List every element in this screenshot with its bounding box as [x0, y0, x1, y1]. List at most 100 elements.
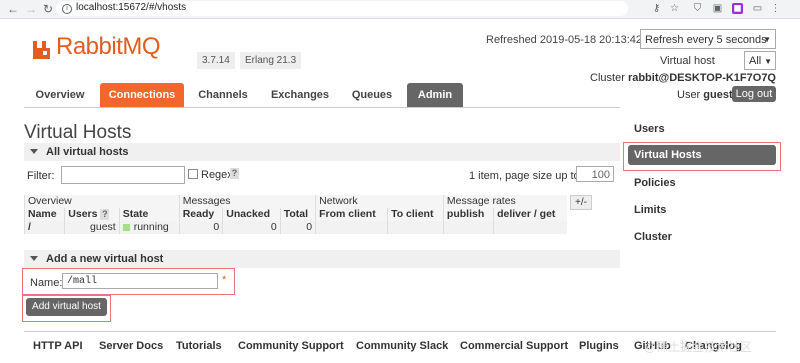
add-virtual-host-button[interactable]: Add virtual host [26, 298, 107, 316]
group-network: Network [315, 195, 444, 208]
page-size-label: 1 item, page size up to [469, 170, 580, 182]
col-publish[interactable]: publish [442, 208, 494, 221]
tab-queues[interactable]: Queues [344, 83, 400, 107]
tab-connections[interactable]: Connections [100, 83, 184, 107]
tab-channels[interactable]: Channels [190, 83, 256, 107]
tab-overview[interactable]: Overview [24, 83, 96, 107]
running-status-icon [122, 223, 130, 231]
page-title: Virtual Hosts [24, 122, 132, 143]
vhost-select-label: Virtual host [660, 55, 715, 67]
user-info: User guest [677, 89, 733, 101]
logout-button[interactable]: Log out [732, 86, 776, 102]
col-to-client[interactable]: To client [387, 208, 444, 221]
footer-link-commercial-support[interactable]: Commercial Support [460, 340, 568, 352]
col-users-label: Users [68, 208, 98, 220]
footer-link-http-api[interactable]: HTTP API [33, 340, 83, 352]
table-row[interactable]: / guest running 0 0 0 [23, 221, 567, 234]
sidebar-item-cluster[interactable]: Cluster [634, 231, 672, 243]
vhost-publish [442, 221, 494, 234]
vhost-state-text: running [133, 221, 169, 233]
col-unacked[interactable]: Unacked [222, 208, 281, 221]
vhost-name-link[interactable]: / [23, 221, 65, 234]
address-bar[interactable]: i localhost:15672/#/vhosts [56, 1, 628, 16]
vhost-select-value: All [749, 55, 762, 67]
main-tab-bar: Overview Connections Channels Exchanges … [24, 83, 620, 108]
col-from-client[interactable]: From client [315, 208, 388, 221]
all-vhosts-section-header[interactable]: All virtual hosts [24, 143, 620, 161]
info-icon[interactable]: i [62, 4, 72, 14]
refreshed-timestamp: Refreshed 2019-05-18 20:13:42 [486, 34, 642, 46]
collapse-triangle-icon [30, 149, 38, 154]
forward-arrow-icon[interactable]: → [24, 2, 38, 16]
vhost-ready: 0 [178, 221, 223, 234]
column-toggle-button[interactable]: +/- [570, 195, 592, 210]
shield-extension-icon[interactable]: ⛉ [692, 3, 703, 14]
filter-label: Filter: [27, 170, 55, 182]
col-deliver-get[interactable]: deliver / get [493, 208, 567, 221]
footer-link-tutorials[interactable]: Tutorials [176, 340, 222, 352]
vhost-deliver-get [493, 221, 567, 234]
chevron-down-icon: ▼ [763, 35, 771, 44]
cluster-name: rabbit@DESKTOP-K1F7O7Q [627, 72, 776, 84]
col-name[interactable]: Name [23, 208, 65, 221]
tab-exchanges[interactable]: Exchanges [264, 83, 336, 107]
extension-icon[interactable]: ▣ [712, 3, 723, 14]
key-icon[interactable]: ⚷ [651, 3, 662, 14]
add-vhost-section-header[interactable]: Add a new virtual host [24, 250, 620, 268]
reload-icon[interactable]: ↻ [41, 2, 55, 16]
add-vhost-section-title: Add a new virtual host [46, 253, 164, 265]
vhost-from-client [315, 221, 388, 234]
regex-checkbox[interactable] [188, 169, 198, 179]
user-name: guest [703, 89, 733, 101]
refresh-interval-value: Refresh every 5 seconds [645, 34, 767, 46]
vhost-select[interactable]: All ▼ [744, 51, 776, 70]
footer-link-community-slack[interactable]: Community Slack [356, 340, 448, 352]
regex-label: Regex [201, 169, 233, 181]
erlang-badge: Erlang 21.3 [240, 52, 302, 69]
browser-toolbar: ← → ↻ i localhost:15672/#/vhosts ⚷ ☆ ⛉ ▣… [0, 0, 800, 19]
footer-link-server-docs[interactable]: Server Docs [99, 340, 163, 352]
url-text: localhost:15672/#/vhosts [76, 2, 187, 13]
table-column-header-row: Name Users ? State Ready Unacked Total F… [23, 208, 567, 221]
all-vhosts-section-title: All virtual hosts [46, 146, 129, 158]
vhost-total: 0 [279, 221, 316, 234]
footer-link-community-support[interactable]: Community Support [238, 340, 344, 352]
refresh-interval-select[interactable]: Refresh every 5 seconds ▼ [640, 29, 776, 49]
vhost-name-input[interactable]: /mall [62, 273, 218, 289]
name-label: Name: [30, 277, 63, 289]
vhost-to-client [387, 221, 444, 234]
vhost-table: Overview Messages Network Message rates … [23, 195, 567, 234]
col-ready[interactable]: Ready [178, 208, 223, 221]
star-icon[interactable]: ☆ [669, 3, 680, 14]
sidebar-item-limits[interactable]: Limits [634, 204, 666, 216]
group-messages: Messages [178, 195, 316, 208]
sidebar-item-policies[interactable]: Policies [634, 177, 676, 189]
regex-help-icon[interactable]: ? [230, 168, 239, 179]
tab-admin[interactable]: Admin [407, 83, 463, 107]
col-total[interactable]: Total [279, 208, 316, 221]
sidebar-item-virtual-hosts[interactable]: Virtual Hosts [628, 145, 776, 165]
footer-link-plugins[interactable]: Plugins [579, 340, 619, 352]
cast-icon[interactable]: ▭ [752, 3, 763, 14]
group-overview: Overview [24, 195, 180, 208]
back-arrow-icon[interactable]: ← [6, 2, 20, 16]
group-message-rates: Message rates [442, 195, 567, 208]
users-help-icon[interactable]: ? [100, 209, 110, 220]
logo-text: RabbitMQ [56, 33, 161, 60]
watermark: @稀土掘金技术社区 [644, 340, 753, 354]
col-state[interactable]: State [118, 208, 180, 221]
vhost-state: running [118, 221, 180, 234]
required-asterisk: * [222, 274, 227, 286]
chevron-down-icon: ▼ [764, 57, 772, 66]
rabbitmq-logo-icon [33, 41, 50, 59]
col-users[interactable]: Users ? [64, 208, 120, 221]
page-size-input[interactable]: 100 [576, 166, 614, 182]
profile-extension-icon[interactable]: ◼ [732, 3, 743, 14]
table-group-header-row: Overview Messages Network Message rates [24, 195, 567, 208]
collapse-triangle-icon [30, 256, 38, 261]
user-label: User [677, 89, 701, 101]
filter-input[interactable] [61, 166, 185, 184]
menu-dots-icon[interactable]: ⋮ [770, 3, 781, 14]
sidebar-item-users[interactable]: Users [634, 123, 665, 135]
vhost-users: guest [64, 221, 120, 234]
